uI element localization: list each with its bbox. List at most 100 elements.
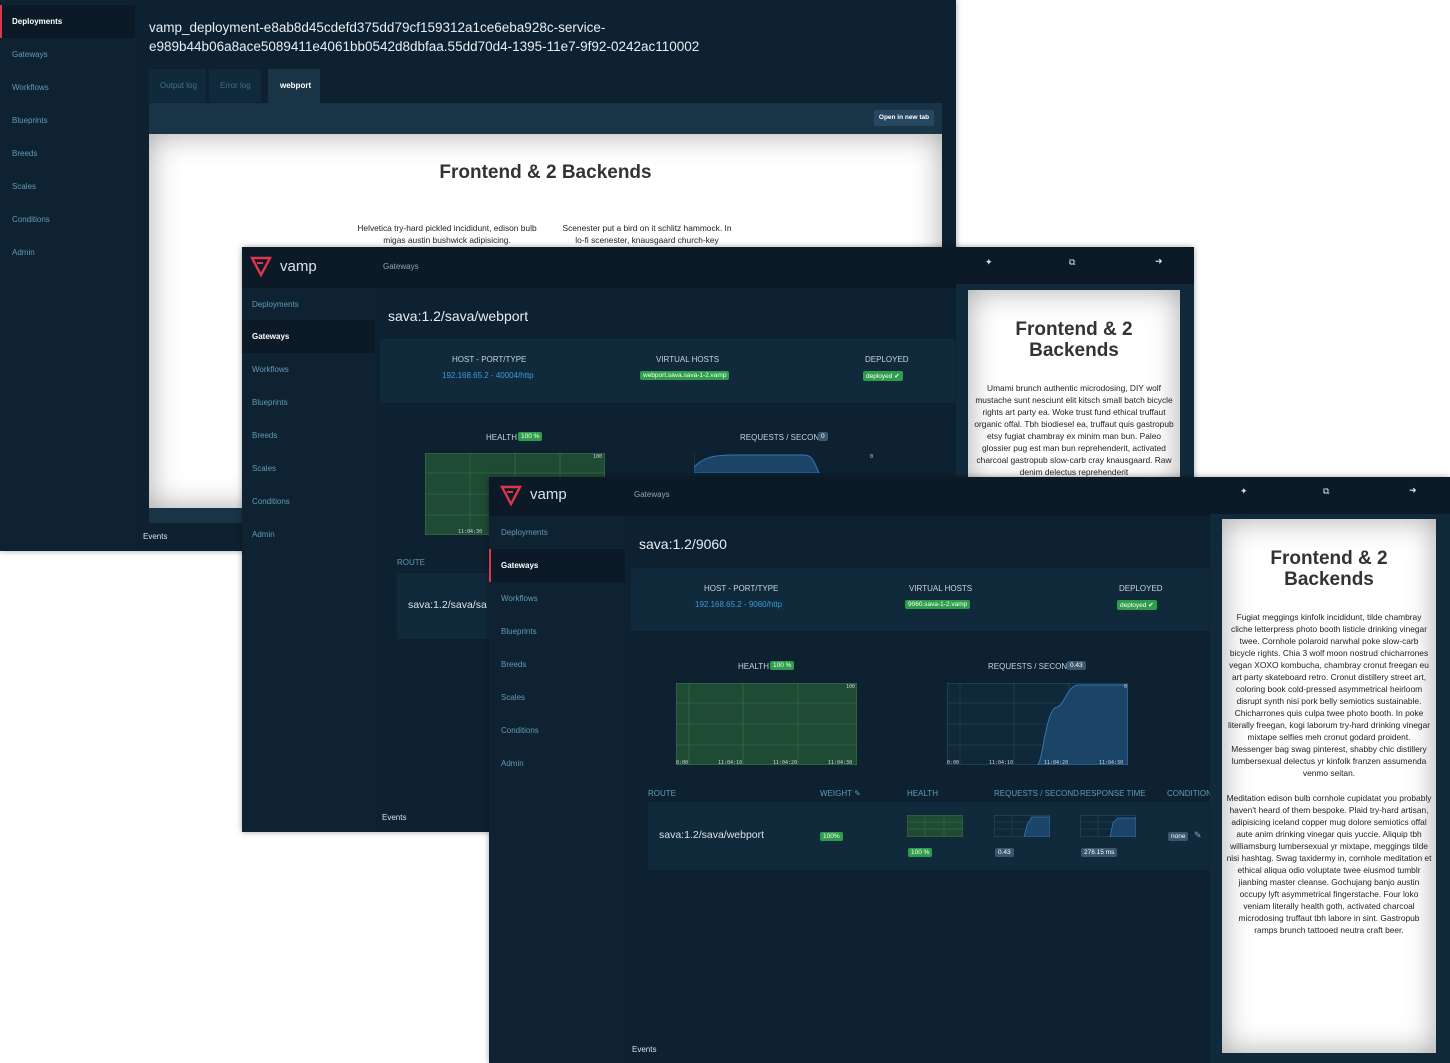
health-tick-3: 11:04:30 <box>828 760 853 766</box>
webport-preview: Frontend & 2 Backends Fugiat meggings ki… <box>1222 519 1436 1053</box>
vhost-badge: webport.sava.sava-1-2.vamp <box>640 371 730 380</box>
route-name[interactable]: sava:1.2/sava/webport <box>659 829 764 841</box>
weight-badge: 100% <box>820 832 843 841</box>
nav-admin[interactable]: Admin <box>0 236 135 269</box>
host-label: HOST - PORT/TYPE <box>452 355 527 364</box>
nav-breeds[interactable]: Breeds <box>0 137 135 170</box>
pencil-icon[interactable]: ✎ <box>854 789 861 798</box>
pin-icon[interactable]: ✦ <box>1240 486 1248 497</box>
rps-chart <box>947 683 1128 765</box>
events-label: Events <box>143 532 168 541</box>
deployment-title-line1: vamp_deployment-e8ab8d45cdefd375dd79cf15… <box>149 20 606 35</box>
health-chart <box>676 683 857 765</box>
nav-workflows[interactable]: Workflows <box>489 582 625 615</box>
col-condition: CONDITION <box>1167 789 1212 798</box>
nav-deployments[interactable]: Deployments <box>489 516 625 549</box>
vamp-logo-text: vamp <box>530 486 567 503</box>
preview-title: Frontend & 2 Backends <box>439 162 652 183</box>
deployed-label: DEPLOYED <box>865 355 909 364</box>
arrow-right-icon[interactable]: ➜ <box>1155 256 1163 267</box>
route-rps-badge: 0.43 <box>995 848 1014 857</box>
preview-title: Frontend & 2 Backends <box>1270 548 1388 590</box>
host-link[interactable]: 192.168.65.2 - 40004/http <box>442 371 534 380</box>
col-health: HEALTH <box>907 789 938 798</box>
health-label: HEALTH <box>738 662 769 671</box>
events-label: Events <box>382 813 407 822</box>
nav-conditions[interactable]: Conditions <box>0 203 135 236</box>
nav-gateways[interactable]: Gateways <box>489 549 625 582</box>
nav-blueprints[interactable]: Blueprints <box>489 615 625 648</box>
route-response-badge: 278.15 ms <box>1081 848 1118 857</box>
col-weight-label: WEIGHT <box>820 789 852 798</box>
tab-error-log-label: Error log <box>220 81 251 90</box>
rps-tick-2: 11:04:20 <box>1044 760 1069 766</box>
rps-badge: 0.43 <box>1067 661 1086 670</box>
pin-icon[interactable]: ✦ <box>985 257 993 268</box>
preview-title: Frontend & 2 Backends <box>1015 319 1133 361</box>
gateway-9060-window: vamp Gateways Deployments Gateways Workf… <box>489 477 1450 1063</box>
preview-para2: Meditation edison bulb cornhole cupidata… <box>1226 793 1432 935</box>
col-rps: REQUESTS / SECOND <box>994 789 1079 798</box>
nav-scales[interactable]: Scales <box>242 452 375 485</box>
health-chart-max: 100 <box>593 454 603 460</box>
rps-label: REQUESTS / SECOND <box>740 433 825 442</box>
health-tick-0: 0:00 <box>676 760 689 766</box>
col-response-time: RESPONSE TIME <box>1080 789 1146 798</box>
nav-workflows[interactable]: Workflows <box>242 353 375 386</box>
breadcrumb: Gateways <box>383 262 419 271</box>
rps-badge: 0 <box>818 432 828 441</box>
external-link-icon[interactable]: ⧉ <box>1323 486 1329 497</box>
deployed-badge: deployed ✔ <box>863 371 903 381</box>
arrow-right-icon[interactable]: ➜ <box>1409 485 1417 496</box>
route-rps-sparkline <box>994 815 1050 837</box>
external-link-icon[interactable]: ⧉ <box>1069 257 1075 268</box>
nav-breeds[interactable]: Breeds <box>242 419 375 452</box>
nav-conditions[interactable]: Conditions <box>489 714 625 747</box>
tab-webport-label: webport <box>280 81 312 90</box>
host-label: HOST - PORT/TYPE <box>704 584 779 593</box>
edit-condition-pencil-icon[interactable]: ✎ <box>1194 830 1202 841</box>
col-route: ROUTE <box>648 789 676 798</box>
health-chart-tick: 11:04:30 <box>458 529 483 535</box>
nav-scales[interactable]: Scales <box>0 170 135 203</box>
events-bar[interactable]: Events <box>143 532 167 541</box>
health-tick-1: 11:04:10 <box>718 760 743 766</box>
nav-admin[interactable]: Admin <box>242 518 375 551</box>
deployed-badge: deployed ✔ <box>1117 600 1157 610</box>
sidebar: Deployments Gateways Workflows Blueprint… <box>0 0 135 551</box>
preview-col2: Scenester put a bird on it schlitz hammo… <box>562 223 732 245</box>
nav-deployments[interactable]: Deployments <box>0 5 135 38</box>
col-weight: WEIGHT ✎ <box>820 789 861 798</box>
nav-workflows[interactable]: Workflows <box>0 71 135 104</box>
vhost-label: VIRTUAL HOSTS <box>656 355 720 364</box>
vamp-logo-icon[interactable] <box>250 255 272 277</box>
webport-preview: Frontend & 2 Backends Umami brunch authe… <box>968 290 1180 490</box>
tab-output-log-label: Output log <box>160 81 197 90</box>
nav-gateways[interactable]: Gateways <box>242 320 375 353</box>
nav-blueprints[interactable]: Blueprints <box>242 386 375 419</box>
events-label: Events <box>632 1045 657 1054</box>
vamp-logo-text: vamp <box>280 258 317 275</box>
nav-breeds[interactable]: Breeds <box>489 648 625 681</box>
open-in-new-tab-button[interactable]: Open in new tab <box>874 110 934 126</box>
route-name[interactable]: sava:1.2/sava/sa <box>408 599 487 611</box>
nav-conditions[interactable]: Conditions <box>242 485 375 518</box>
events-bar[interactable]: Events <box>382 813 406 822</box>
preview-text: Umami brunch authentic microdosing, DIY … <box>974 383 1174 477</box>
events-bar[interactable]: Events <box>632 1045 656 1054</box>
nav-admin[interactable]: Admin <box>489 747 625 780</box>
health-tick-2: 11:04:20 <box>773 760 798 766</box>
gateway-title: sava:1.2/9060 <box>639 536 727 552</box>
nav-gateways[interactable]: Gateways <box>0 38 135 71</box>
health-badge: 100 % <box>518 432 543 441</box>
breadcrumb: Gateways <box>634 490 670 499</box>
rps-tick-0: 0:00 <box>947 760 960 766</box>
nav-scales[interactable]: Scales <box>489 681 625 714</box>
nav-deployments[interactable]: Deployments <box>242 288 375 321</box>
route-health-sparkline <box>907 815 963 837</box>
nav-blueprints[interactable]: Blueprints <box>0 104 135 137</box>
vamp-logo-icon[interactable] <box>500 484 522 506</box>
host-link[interactable]: 192.168.65.2 - 9060/http <box>695 600 782 609</box>
sidebar: Deployments Gateways Workflows Blueprint… <box>242 288 375 832</box>
rps-tick-3: 11:04:30 <box>1099 760 1124 766</box>
